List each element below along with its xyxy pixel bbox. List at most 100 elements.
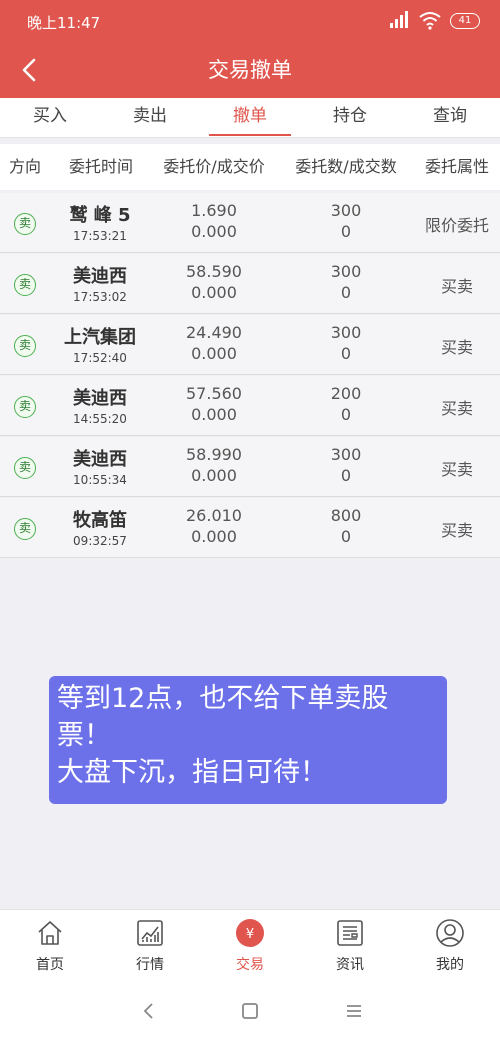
order-attribute: 限价委托	[424, 216, 489, 235]
order-qty: 300	[330, 445, 362, 464]
stock-name: 美迪西	[73, 449, 127, 470]
order-attribute: 买卖	[440, 399, 473, 418]
deal-price: 0.000	[191, 222, 237, 241]
table-row[interactable]: 卖 上汽集团 17:52:40 24.490 0.000 300 0 买卖	[0, 315, 500, 375]
sell-icon: 卖	[14, 396, 36, 418]
active-tab-indicator	[209, 134, 291, 136]
header-quantity: 委托数/成交数	[295, 157, 397, 176]
system-back-icon[interactable]	[137, 999, 161, 1023]
sell-icon: 卖	[14, 213, 36, 235]
deal-price: 0.000	[191, 466, 237, 485]
bottom-nav: 首页 行情 ¥ 交易 资讯 我的	[0, 909, 500, 981]
tab-cancel-label: 撤单	[233, 106, 267, 126]
stock-name: 鹫 峰 5	[69, 205, 131, 226]
nav-bar: 交易撤单	[0, 42, 500, 98]
page-title: 交易撤单	[208, 58, 292, 82]
stock-name: 美迪西	[73, 266, 127, 287]
header-attribute: 委托属性	[424, 157, 489, 176]
order-price: 24.490	[186, 323, 242, 342]
deal-qty: 0	[340, 466, 352, 485]
trade-tabs: 买入 卖出 撤单 持仓 查询	[0, 98, 500, 138]
nav-home[interactable]: 首页	[0, 910, 100, 982]
deal-qty: 0	[340, 344, 352, 363]
deal-price: 0.000	[191, 283, 237, 302]
nav-me-label: 我的	[436, 957, 464, 973]
nav-trade-label: 交易	[236, 957, 264, 973]
nav-market-label: 行情	[136, 957, 164, 973]
nav-market[interactable]: 行情	[100, 910, 200, 982]
wifi-icon	[419, 12, 441, 30]
status-bar: 晚上11:47 41	[0, 0, 500, 42]
order-attribute: 买卖	[440, 338, 473, 357]
table-row[interactable]: 卖 美迪西 17:53:02 58.590 0.000 300 0 买卖	[0, 254, 500, 314]
system-nav-bar	[0, 981, 500, 1041]
tab-cancel[interactable]: 撤单	[200, 98, 300, 138]
deal-price: 0.000	[191, 344, 237, 363]
order-attribute: 买卖	[440, 521, 473, 540]
order-qty: 300	[330, 201, 362, 220]
order-qty: 300	[330, 262, 362, 281]
nav-me[interactable]: 我的	[400, 910, 500, 982]
table-row[interactable]: 卖 鹫 峰 5 17:53:21 1.690 0.000 300 0 限价委托	[0, 193, 500, 253]
order-price: 26.010	[186, 506, 242, 525]
app-header: 晚上11:47 41 交易撤单	[0, 0, 500, 98]
chart-icon	[137, 920, 163, 946]
caption-overlay: 等到12点，也不给下单卖股 票！ 大盘下沉，指日可待！	[49, 676, 447, 804]
battery-icon: 41	[450, 13, 480, 29]
header-direction: 方向	[8, 157, 41, 176]
sell-icon: 卖	[14, 457, 36, 479]
sell-icon: 卖	[14, 518, 36, 540]
deal-qty: 0	[340, 222, 352, 241]
deal-qty: 0	[340, 283, 352, 302]
nav-trade[interactable]: ¥ 交易	[200, 910, 300, 982]
home-icon	[38, 921, 62, 945]
tab-query[interactable]: 查询	[400, 98, 500, 138]
tab-sell[interactable]: 卖出	[100, 98, 200, 138]
order-time: 17:52:40	[73, 351, 127, 365]
user-icon	[436, 919, 464, 947]
tab-buy[interactable]: 买入	[0, 98, 100, 138]
stock-name: 牧高笛	[73, 510, 127, 531]
sell-icon: 卖	[14, 274, 36, 296]
nav-home-label: 首页	[36, 957, 64, 973]
caption-line-1: 等到12点，也不给下单卖股	[57, 683, 389, 714]
deal-qty: 0	[340, 527, 352, 546]
caption-line-2: 票！	[57, 720, 111, 751]
nav-news[interactable]: 资讯	[300, 910, 400, 982]
tab-holdings[interactable]: 持仓	[300, 98, 400, 138]
signal-icon	[390, 11, 408, 28]
table-header: 方向 委托时间 委托价/成交价 委托数/成交数 委托属性	[0, 144, 500, 190]
sell-icon: 卖	[14, 335, 36, 357]
table-row[interactable]: 卖 美迪西 14:55:20 57.560 0.000 200 0 买卖	[0, 376, 500, 436]
order-price: 57.560	[186, 384, 242, 403]
system-home-icon[interactable]	[238, 999, 262, 1023]
yen-glyph: ¥	[246, 927, 254, 942]
stock-name: 上汽集团	[64, 327, 136, 348]
order-price: 58.590	[186, 262, 242, 281]
order-qty: 300	[330, 323, 362, 342]
status-time: 晚上11:47	[27, 14, 101, 32]
order-price: 58.990	[186, 445, 242, 464]
order-time: 09:32:57	[73, 534, 127, 548]
order-time: 17:53:21	[73, 229, 127, 243]
deal-price: 0.000	[191, 405, 237, 424]
order-attribute: 买卖	[440, 277, 473, 296]
order-qty: 200	[330, 384, 362, 403]
table-row[interactable]: 卖 美迪西 10:55:34 58.990 0.000 300 0 买卖	[0, 437, 500, 497]
caption-line-3: 大盘下沉，指日可待！	[57, 757, 327, 788]
table-row[interactable]: 卖 牧高笛 09:32:57 26.010 0.000 800 0 买卖	[0, 498, 500, 558]
yen-icon: ¥	[236, 919, 264, 947]
deal-qty: 0	[340, 405, 352, 424]
order-price: 1.690	[191, 201, 237, 220]
header-price: 委托价/成交价	[163, 157, 265, 176]
news-icon	[337, 920, 363, 946]
order-attribute: 买卖	[440, 460, 473, 479]
stock-name: 美迪西	[73, 388, 127, 409]
header-order-time: 委托时间	[68, 157, 133, 176]
nav-news-label: 资讯	[336, 957, 364, 973]
deal-price: 0.000	[191, 527, 237, 546]
order-time: 17:53:02	[73, 290, 127, 304]
system-menu-icon[interactable]	[342, 999, 366, 1023]
order-time: 10:55:34	[73, 473, 127, 487]
order-time: 14:55:20	[73, 412, 127, 426]
